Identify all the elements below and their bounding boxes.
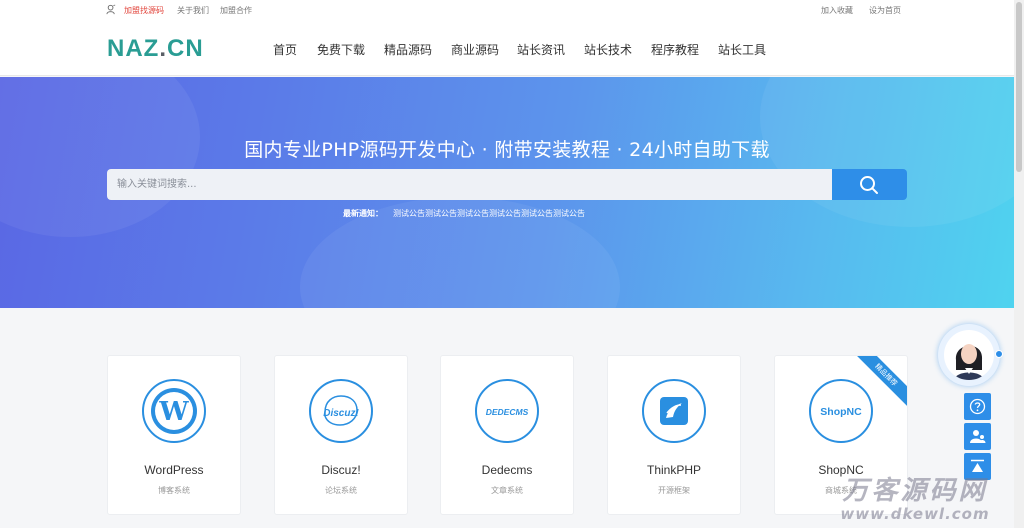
online-indicator [995, 350, 1003, 358]
nav-commercial-source[interactable]: 商业源码 [451, 41, 499, 58]
card-subtitle: 文章系统 [491, 486, 523, 495]
customer-service-avatar[interactable] [938, 324, 1003, 386]
dedecms-logo-text: DEDECMS [486, 407, 529, 417]
scrollbar-thumb[interactable] [1016, 2, 1022, 172]
latest-notice: 最新通知： 测试公告测试公告测试公告测试公告测试公告测试公告 [343, 208, 585, 219]
search-input[interactable] [107, 169, 832, 200]
user-icon [106, 4, 116, 15]
page-scrollbar[interactable] [1014, 0, 1024, 528]
card-title: WordPress [144, 463, 204, 477]
site-logo[interactable]: NAZ.CN [107, 35, 204, 63]
shopnc-logo-icon: ShopNC [809, 379, 873, 443]
watermark-title: 万客源码网 [842, 476, 988, 506]
contact-button[interactable] [964, 423, 991, 450]
link-add-favorite[interactable]: 加入收藏 [821, 5, 853, 16]
card-thinkphp[interactable]: ThinkPHP 开源框架 [607, 355, 741, 515]
card-discuz[interactable]: Discuz! Discuz! 论坛系统 [274, 355, 408, 515]
link-set-homepage[interactable]: 设为首页 [869, 5, 901, 16]
search-button[interactable] [832, 169, 907, 200]
thinkphp-logo-icon [642, 379, 706, 443]
nav-home[interactable]: 首页 [273, 41, 297, 58]
card-subtitle: 博客系统 [158, 486, 190, 495]
shopnc-logo-text: ShopNC [820, 406, 862, 418]
link-partnership[interactable]: 加盟合作 [220, 5, 252, 16]
avatar [944, 330, 994, 380]
notice-label: 最新通知： [343, 209, 383, 218]
nav-premium-source[interactable]: 精品源码 [384, 41, 432, 58]
site-watermark: 万客源码网 www.dkewl.com [820, 470, 1010, 523]
svg-text:W: W [158, 397, 189, 427]
nav-webmaster-tools[interactable]: 站长工具 [718, 41, 766, 58]
discuz-logo-icon: Discuz! [309, 379, 373, 443]
card-title: ThinkPHP [646, 463, 702, 477]
search-icon [860, 176, 878, 194]
logo-main: NAZ [107, 35, 160, 62]
discuz-logo-text: Discuz! [323, 408, 359, 419]
card-wordpress[interactable]: W WordPress 博客系统 [107, 355, 241, 515]
link-about-us[interactable]: 关于我们 [177, 5, 209, 16]
wordpress-logo-icon: W [142, 379, 206, 443]
user-group-icon [970, 430, 986, 443]
card-dedecms[interactable]: DEDECMS Dedecms 文章系统 [440, 355, 574, 515]
card-subtitle: 论坛系统 [325, 486, 357, 495]
site-header: NAZ.CN 首页 免费下载 精品源码 商业源码 站长资讯 站长技术 程序教程 … [0, 20, 1014, 76]
card-subtitle: 开源框架 [658, 486, 690, 495]
watermark-url: www.dkewl.com [840, 505, 990, 523]
link-join-find-source[interactable]: 加盟找源码 [124, 5, 164, 16]
logo-tld: CN [167, 35, 204, 62]
nav-free-download[interactable]: 免费下载 [317, 41, 365, 58]
hero-banner: 国内专业PHP源码开发中心 · 附带安装教程 · 24小时自助下载 最新通知： 测… [0, 77, 1014, 308]
hero-headline: 国内专业PHP源码开发中心 · 附带安装教程 · 24小时自助下载 [244, 139, 770, 161]
nav-tutorials[interactable]: 程序教程 [651, 41, 699, 58]
top-bar: 加盟找源码 关于我们 加盟合作 加入收藏 设为首页 [0, 0, 1014, 20]
notice-text[interactable]: 测试公告测试公告测试公告测试公告测试公告测试公告 [393, 209, 585, 218]
card-title: Dedecms [481, 463, 533, 477]
card-title: Discuz! [321, 463, 361, 477]
dedecms-logo-icon: DEDECMS [475, 379, 539, 443]
nav-webmaster-tech[interactable]: 站长技术 [584, 41, 632, 58]
question-icon [969, 398, 986, 415]
agent-portrait-icon [954, 344, 984, 380]
logo-dot: . [159, 35, 167, 62]
nav-webmaster-news[interactable]: 站长资讯 [517, 41, 565, 58]
help-button[interactable] [964, 393, 991, 420]
